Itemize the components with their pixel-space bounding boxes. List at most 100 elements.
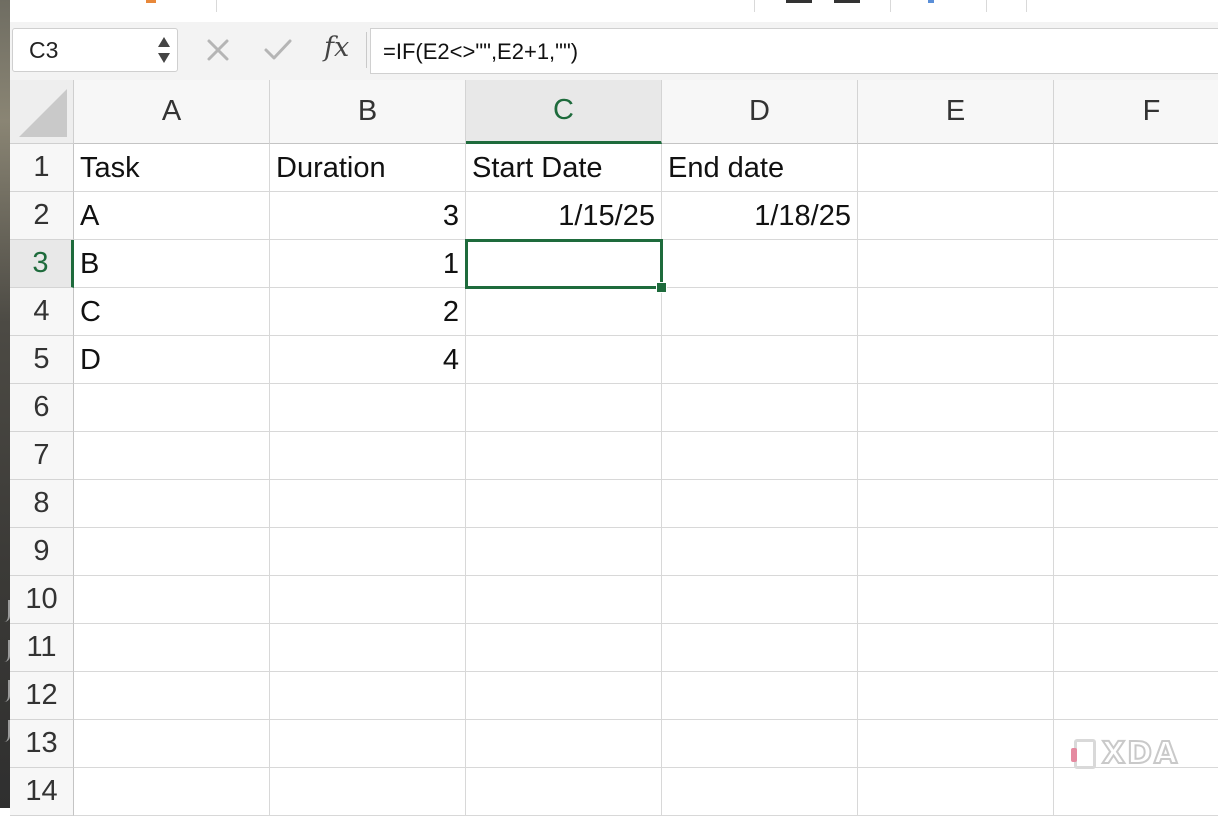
cell-c3[interactable] xyxy=(465,239,663,289)
cell-d9[interactable] xyxy=(662,528,858,576)
row-header-1[interactable]: 1 xyxy=(10,144,74,192)
row-header-12[interactable]: 12 xyxy=(10,672,74,720)
cell-e8[interactable] xyxy=(858,480,1054,528)
cell-e4[interactable] xyxy=(858,288,1054,336)
cell-f11[interactable] xyxy=(1054,624,1218,672)
row-header-4[interactable]: 4 xyxy=(10,288,74,336)
cell-f5[interactable] xyxy=(1054,336,1218,384)
row-header-9[interactable]: 9 xyxy=(10,528,74,576)
row-header-6[interactable]: 6 xyxy=(10,384,74,432)
cell-a7[interactable] xyxy=(74,432,270,480)
formula-input[interactable]: =IF(E2<>"",E2+1,"") xyxy=(370,28,1218,74)
cell-b7[interactable] xyxy=(270,432,466,480)
cell-a11[interactable] xyxy=(74,624,270,672)
cell-d11[interactable] xyxy=(662,624,858,672)
cell-b8[interactable] xyxy=(270,480,466,528)
cell-d12[interactable] xyxy=(662,672,858,720)
cell-b12[interactable] xyxy=(270,672,466,720)
cell-d4[interactable] xyxy=(662,288,858,336)
cell-a12[interactable] xyxy=(74,672,270,720)
cell-c13[interactable] xyxy=(466,720,662,768)
cell-b5[interactable]: 4 xyxy=(270,336,466,384)
cell-f9[interactable] xyxy=(1054,528,1218,576)
cell-b4[interactable]: 2 xyxy=(270,288,466,336)
cell-a2[interactable]: A xyxy=(74,192,270,240)
cell-d7[interactable] xyxy=(662,432,858,480)
fill-handle[interactable] xyxy=(656,282,667,293)
cell-e12[interactable] xyxy=(858,672,1054,720)
name-box[interactable]: C3 xyxy=(12,28,178,72)
row-header-8[interactable]: 8 xyxy=(10,480,74,528)
row-header-7[interactable]: 7 xyxy=(10,432,74,480)
cell-a10[interactable] xyxy=(74,576,270,624)
cell-b6[interactable] xyxy=(270,384,466,432)
column-header-c[interactable]: C xyxy=(466,80,662,144)
cell-d8[interactable] xyxy=(662,480,858,528)
cell-e14[interactable] xyxy=(858,768,1054,816)
cell-f1[interactable] xyxy=(1054,144,1218,192)
cell-e3[interactable] xyxy=(858,240,1054,288)
cell-e6[interactable] xyxy=(858,384,1054,432)
cell-c4[interactable] xyxy=(466,288,662,336)
cell-f4[interactable] xyxy=(1054,288,1218,336)
cell-b1[interactable]: Duration xyxy=(270,144,466,192)
column-header-d[interactable]: D xyxy=(662,80,858,144)
cell-a8[interactable] xyxy=(74,480,270,528)
enter-button[interactable] xyxy=(258,32,298,68)
cell-d13[interactable] xyxy=(662,720,858,768)
cell-a13[interactable] xyxy=(74,720,270,768)
cell-f8[interactable] xyxy=(1054,480,1218,528)
cell-f10[interactable] xyxy=(1054,576,1218,624)
cell-e11[interactable] xyxy=(858,624,1054,672)
cell-d2[interactable]: 1/18/25 xyxy=(662,192,858,240)
cell-f2[interactable] xyxy=(1054,192,1218,240)
cell-c14[interactable] xyxy=(466,768,662,816)
select-all-button[interactable] xyxy=(10,80,74,144)
cell-b9[interactable] xyxy=(270,528,466,576)
cell-f3[interactable] xyxy=(1054,240,1218,288)
cancel-button[interactable] xyxy=(198,32,238,68)
column-header-a[interactable]: A xyxy=(74,80,270,144)
cell-c8[interactable] xyxy=(466,480,662,528)
cell-c11[interactable] xyxy=(466,624,662,672)
cell-a14[interactable] xyxy=(74,768,270,816)
row-header-3[interactable]: 3 xyxy=(10,240,74,288)
cell-c6[interactable] xyxy=(466,384,662,432)
cell-d3[interactable] xyxy=(662,240,858,288)
column-header-b[interactable]: B xyxy=(270,80,466,144)
cell-d1[interactable]: End date xyxy=(662,144,858,192)
row-header-10[interactable]: 10 xyxy=(10,576,74,624)
cell-a4[interactable]: C xyxy=(74,288,270,336)
cell-e10[interactable] xyxy=(858,576,1054,624)
cell-a1[interactable]: Task xyxy=(74,144,270,192)
cell-e9[interactable] xyxy=(858,528,1054,576)
cell-b11[interactable] xyxy=(270,624,466,672)
cell-b2[interactable]: 3 xyxy=(270,192,466,240)
cell-d14[interactable] xyxy=(662,768,858,816)
cell-e1[interactable] xyxy=(858,144,1054,192)
cell-f12[interactable] xyxy=(1054,672,1218,720)
cell-a9[interactable] xyxy=(74,528,270,576)
cell-c10[interactable] xyxy=(466,576,662,624)
name-box-stepper[interactable] xyxy=(157,33,171,67)
row-header-5[interactable]: 5 xyxy=(10,336,74,384)
cell-c12[interactable] xyxy=(466,672,662,720)
row-header-11[interactable]: 11 xyxy=(10,624,74,672)
column-header-e[interactable]: E xyxy=(858,80,1054,144)
cell-e13[interactable] xyxy=(858,720,1054,768)
cell-d10[interactable] xyxy=(662,576,858,624)
cell-e7[interactable] xyxy=(858,432,1054,480)
insert-function-button[interactable]: fx xyxy=(324,32,349,63)
cell-c7[interactable] xyxy=(466,432,662,480)
cell-b13[interactable] xyxy=(270,720,466,768)
cell-e5[interactable] xyxy=(858,336,1054,384)
column-header-f[interactable]: F xyxy=(1054,80,1218,144)
cell-c1[interactable]: Start Date xyxy=(466,144,662,192)
cell-a3[interactable]: B xyxy=(74,240,270,288)
cell-c5[interactable] xyxy=(466,336,662,384)
cell-f6[interactable] xyxy=(1054,384,1218,432)
cell-f14[interactable] xyxy=(1054,768,1218,816)
cell-a6[interactable] xyxy=(74,384,270,432)
cell-b3[interactable]: 1 xyxy=(270,240,466,288)
cell-a5[interactable]: D xyxy=(74,336,270,384)
